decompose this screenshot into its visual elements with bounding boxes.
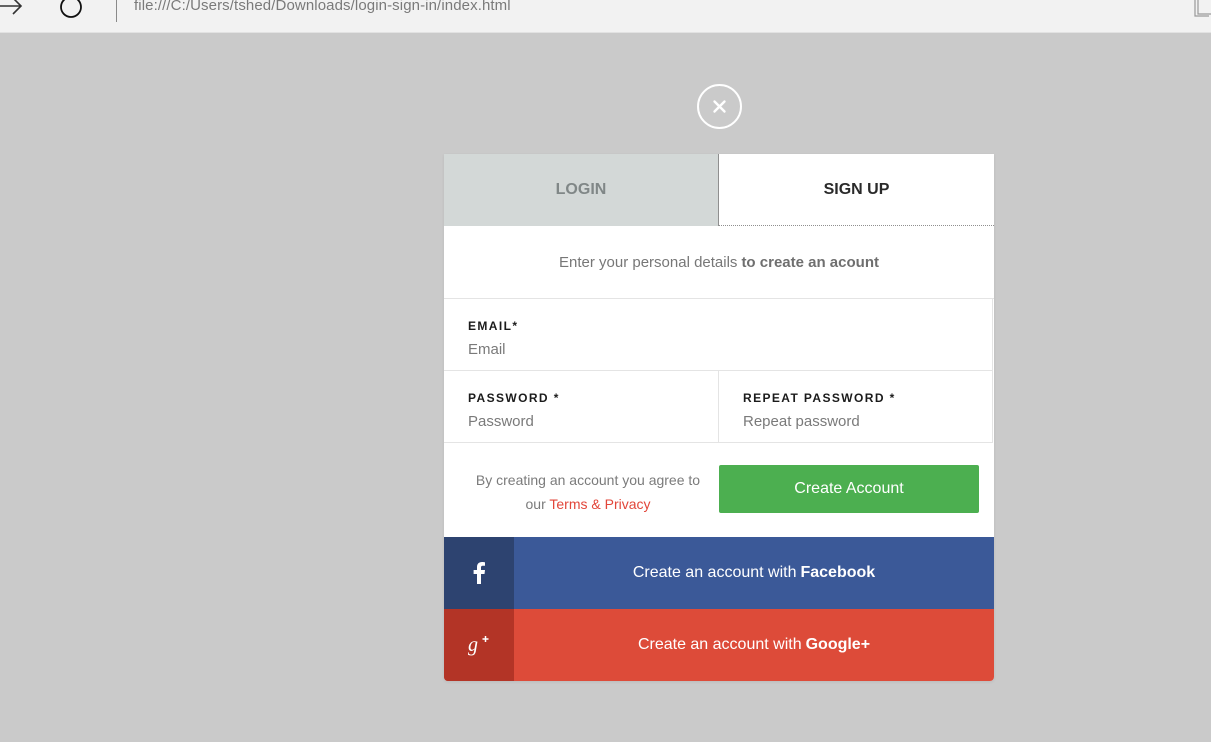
repeat-password-field: REPEAT PASSWORD *: [718, 371, 993, 443]
google-signup-label: Create an account with Google+: [514, 609, 994, 681]
google-brand: Google+: [805, 636, 871, 653]
modal-tabs: LOGIN SIGN UP: [444, 154, 994, 226]
repeat-password-input[interactable]: [743, 409, 973, 433]
google-signup-button[interactable]: g Create an account with Google+: [444, 609, 994, 681]
browser-toolbar: file:///C:/Users/tshed/Downloads/login-s…: [0, 0, 1211, 33]
google-plus-icon: g: [468, 634, 489, 656]
toolbar-divider: [116, 0, 117, 22]
reading-view-icon[interactable]: [1192, 0, 1211, 18]
refresh-icon[interactable]: [59, 0, 83, 18]
facebook-icon-box: [444, 537, 514, 609]
facebook-icon: [473, 562, 485, 584]
email-input[interactable]: [468, 337, 968, 361]
forward-arrow-icon[interactable]: [0, 0, 26, 18]
intro-text-bold: to create an acount: [741, 253, 879, 271]
terms-privacy-link[interactable]: Terms & Privacy: [549, 496, 650, 512]
facebook-brand: Facebook: [800, 564, 876, 581]
facebook-signup-label: Create an account with Facebook: [514, 537, 994, 609]
password-input[interactable]: [468, 409, 698, 433]
agreement-prefix: our: [525, 496, 546, 512]
google-icon-box: g: [444, 609, 514, 681]
svg-text:g: g: [468, 634, 478, 656]
agreement-text: By creating an account you agree to: [475, 472, 701, 488]
email-label: EMAIL*: [468, 319, 519, 333]
password-label: PASSWORD *: [468, 391, 560, 405]
tab-login[interactable]: LOGIN: [444, 154, 718, 226]
intro-text: Enter your personal details to create an…: [444, 226, 994, 299]
tab-signup[interactable]: SIGN UP: [718, 154, 994, 226]
signup-modal: LOGIN SIGN UP Enter your personal detail…: [444, 154, 994, 681]
address-bar[interactable]: file:///C:/Users/tshed/Downloads/login-s…: [134, 0, 511, 14]
intro-text-plain: Enter your personal details: [559, 253, 738, 271]
close-button[interactable]: [697, 84, 742, 129]
create-account-button[interactable]: Create Account: [719, 465, 979, 513]
close-icon: [713, 100, 726, 113]
terms-agreement: By creating an account you agree to our …: [468, 468, 708, 516]
repeat-password-label: REPEAT PASSWORD *: [743, 391, 896, 405]
facebook-signup-text: Create an account with: [632, 564, 797, 581]
password-field: PASSWORD *: [444, 371, 718, 443]
email-field: EMAIL*: [444, 299, 993, 371]
google-signup-text: Create an account with: [637, 636, 802, 653]
facebook-signup-button[interactable]: Create an account with Facebook: [444, 537, 994, 609]
